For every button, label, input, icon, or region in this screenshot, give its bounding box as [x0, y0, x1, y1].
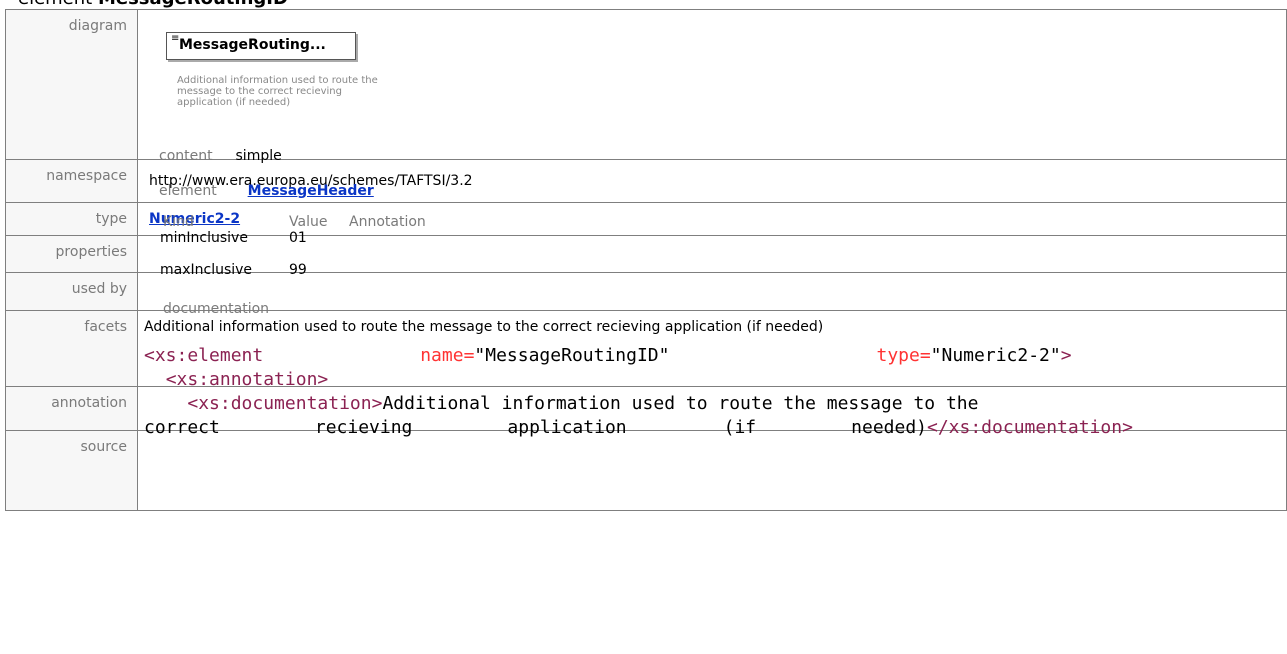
properties-value: simple: [235, 148, 282, 164]
usedby-key: element: [159, 183, 217, 199]
source-cell: [137, 430, 1287, 511]
title-element-name: MessageRoutingID: [98, 0, 288, 9]
usedby-link[interactable]: MessageHeader: [248, 183, 374, 199]
properties-line: content simple: [159, 148, 282, 164]
diagram-label: diagram: [5, 9, 138, 160]
source-text: needed): [851, 417, 927, 438]
source-text: recieving: [314, 417, 413, 438]
source-text: correct: [144, 417, 220, 438]
usedby-label: used by: [5, 272, 138, 311]
usedby-line: element MessageHeader: [159, 183, 374, 199]
facets-header-kind: Kind: [163, 214, 194, 230]
source-label: source: [5, 430, 138, 511]
diagram-element-box[interactable]: ≡ MessageRouting...: [166, 32, 356, 60]
source-value: "Numeric2-2": [930, 345, 1061, 366]
annotation-label: annotation: [5, 386, 138, 431]
facet-value-cell: 99: [289, 262, 307, 278]
source-text: application: [507, 417, 627, 438]
source-line: <xs:element name="MessageRoutingID" type="…: [144, 344, 1286, 368]
usedby-cell: [137, 272, 1287, 311]
source-value: "MessageRoutingID": [474, 345, 670, 366]
source-text: Additional information used to route the…: [382, 393, 979, 414]
source-line: <xs:documentation>Additional information…: [144, 392, 1286, 416]
source-code: <xs:element name="MessageRoutingID" type="…: [144, 344, 1286, 440]
facets-header-annotation: Annotation: [349, 214, 426, 230]
facets-label: facets: [5, 310, 138, 387]
source-tag: >: [1060, 345, 1072, 366]
diagram-annotation-note: Additional information used to route the…: [177, 75, 378, 108]
source-tag: <xs:element: [144, 345, 264, 366]
facets-header-value: Value: [289, 214, 328, 230]
source-line: <xs:annotation>: [144, 368, 1286, 392]
facet-kind-cell: minInclusive: [160, 230, 248, 246]
row-source: source: [5, 430, 1287, 511]
page-title: element MessageRoutingID: [18, 0, 288, 9]
source-line: correct recieving application (if needed)</x…: [144, 416, 1286, 440]
source-tag: <xs:annotation>: [165, 369, 329, 390]
source-attr: name=: [420, 345, 475, 366]
source-text: (if: [723, 417, 757, 438]
source-tag: <xs:documentation>: [187, 393, 383, 414]
properties-cell: [137, 235, 1287, 273]
annotation-documentation: Additional information used to route the…: [144, 319, 824, 335]
source-tag: </xs:documentation>: [927, 417, 1133, 438]
facet-kind-cell: maxInclusive: [160, 262, 253, 278]
annotation-key: documentation: [163, 301, 270, 317]
facet-value-cell: 01: [289, 230, 307, 246]
properties-label: properties: [5, 235, 138, 273]
properties-key: content: [159, 148, 213, 164]
namespace-label: namespace: [5, 159, 138, 203]
title-prefix: element: [18, 0, 92, 9]
diagram-element-name: MessageRouting...: [179, 37, 326, 53]
type-label: type: [5, 202, 138, 236]
source-attr: type=: [876, 345, 931, 366]
